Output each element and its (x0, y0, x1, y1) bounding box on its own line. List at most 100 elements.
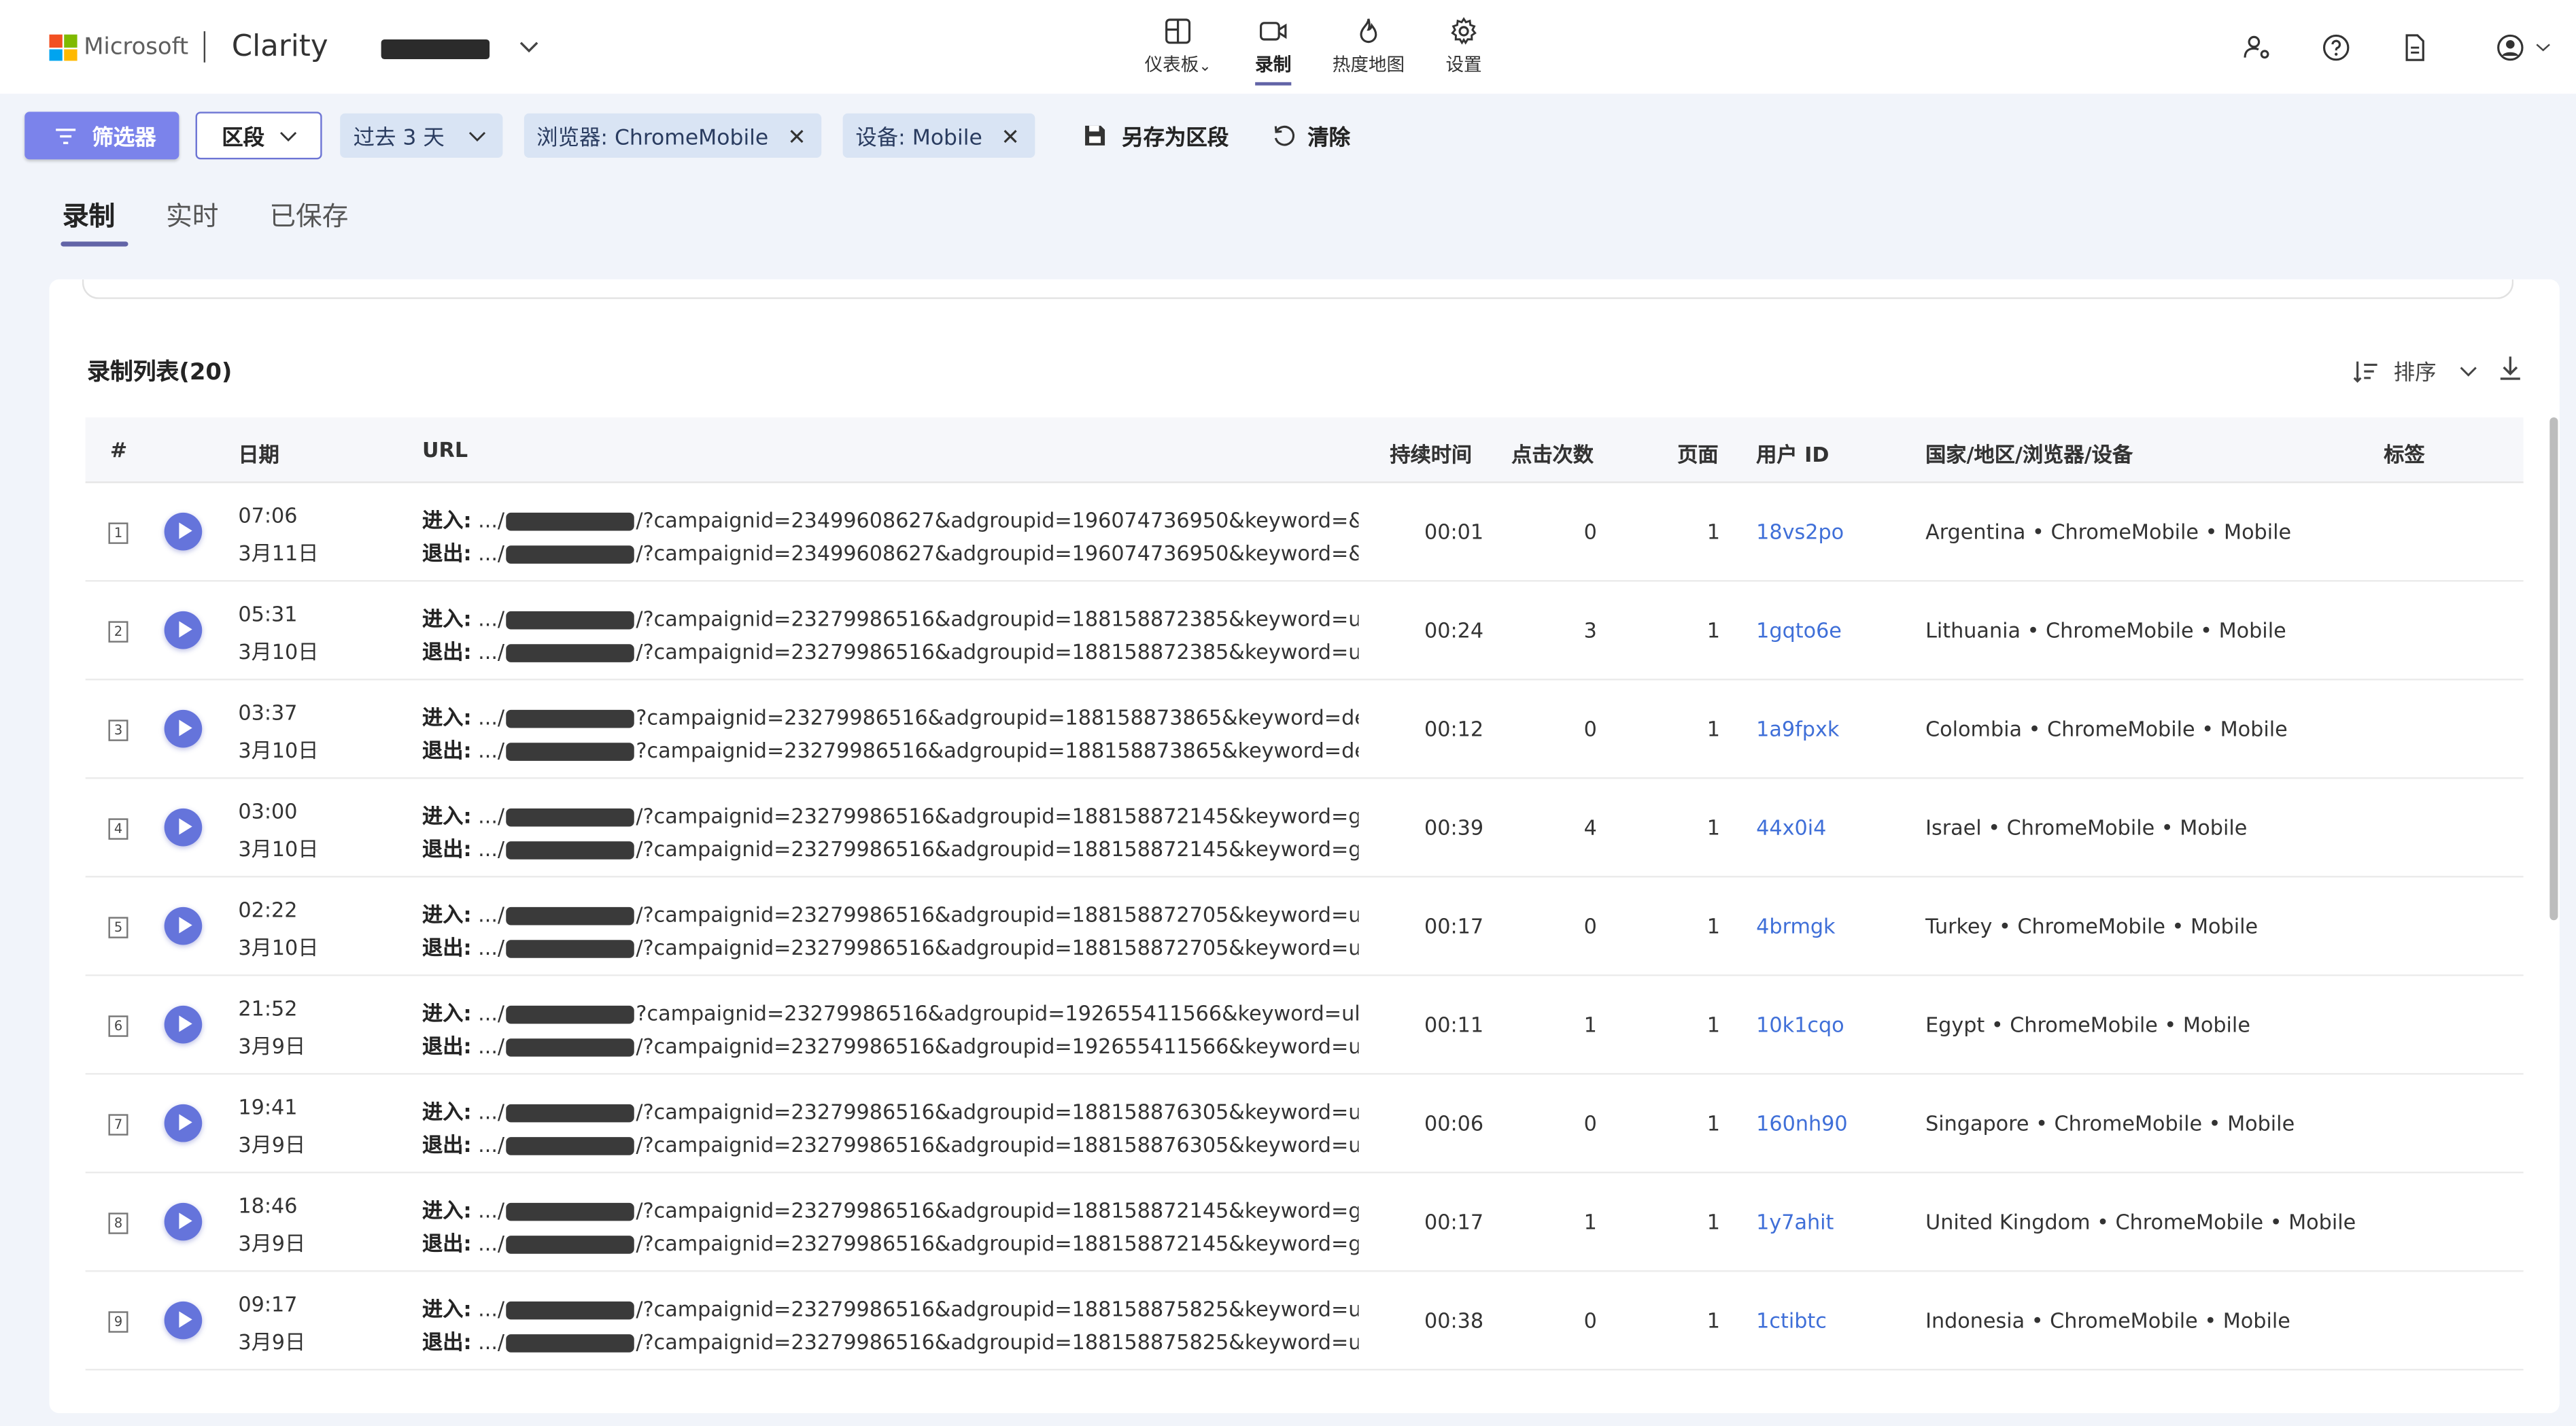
exit-url-text: /?campaignid=23279986516&adgroupid=18815… (636, 1230, 1359, 1256)
user-id-link[interactable]: 1ctibtc (1756, 1308, 1827, 1332)
project-name-redacted[interactable] (381, 39, 490, 59)
table-row[interactable]: 8 18:46 3月9日 进入: ...//?campaignid=232799… (85, 1173, 2524, 1272)
redacted-path (506, 545, 635, 564)
nav-heatmaps[interactable]: 热度地图 (1321, 16, 1416, 85)
play-recording-button[interactable] (164, 1005, 203, 1044)
exit-url: 退出: ...//?campaignid=23279986516&adgroup… (422, 1029, 1358, 1060)
play-recording-button[interactable] (164, 1104, 203, 1142)
nav-settings[interactable]: 设置 (1416, 16, 1511, 85)
user-id-link[interactable]: 44x0i4 (1756, 815, 1826, 840)
chevron-down-icon[interactable] (513, 33, 545, 62)
browser-filter-chip[interactable]: 浏览器: ChromeMobile (523, 113, 821, 158)
exit-url: 退出: ...//?campaignid=23279986516&adgroup… (422, 1226, 1358, 1257)
close-icon[interactable] (788, 127, 804, 143)
click-count: 1 (1583, 1209, 1597, 1234)
user-id-link[interactable]: 4brmgk (1756, 914, 1835, 938)
geo-browser-device: Indonesia • ChromeMobile • Mobile (1925, 1308, 2290, 1333)
column-header-duration[interactable]: 持续时间 (1390, 437, 1472, 469)
play-recording-button[interactable] (164, 808, 203, 847)
table-row[interactable]: 6 21:52 3月9日 进入: .../?campaignid=2327998… (85, 976, 2524, 1075)
recording-date: 3月9日 (238, 1033, 306, 1059)
user-id-link[interactable]: 10k1cqo (1756, 1013, 1844, 1037)
table-row[interactable]: 7 19:41 3月9日 进入: ...//?campaignid=232799… (85, 1074, 2524, 1174)
filter-icon (56, 127, 76, 143)
exit-label: 退出: (422, 541, 472, 566)
play-recording-button[interactable] (164, 906, 203, 945)
redacted-path (506, 1104, 635, 1123)
collapsed-panel-edge (82, 279, 2514, 299)
page-count: 1 (1706, 815, 1721, 840)
play-recording-button[interactable] (164, 611, 203, 649)
click-count: 0 (1583, 1110, 1597, 1136)
flame-icon (1360, 18, 1377, 44)
tab-saved[interactable]: 已保存 (269, 194, 348, 233)
microsoft-logo[interactable]: Microsoft (49, 34, 188, 61)
product-name[interactable]: Clarity (232, 29, 328, 64)
entry-label: 进入: (422, 704, 472, 730)
account-menu-button[interactable] (2496, 33, 2555, 62)
sort-label: 排序 (2393, 361, 2437, 386)
redacted-path (506, 1334, 635, 1353)
date-range-chip[interactable]: 过去 3 天 (340, 113, 502, 158)
user-id-link[interactable]: 1y7ahit (1756, 1210, 1834, 1234)
column-header-tags: 标签 (2384, 442, 2425, 467)
exit-url-text: /?campaignid=23279986516&adgroupid=19265… (636, 1033, 1359, 1059)
nav-dashboard-label: 仪表板⌄ (1144, 54, 1212, 76)
people-settings-button[interactable] (2242, 33, 2271, 62)
browser-filter-label: 浏览器: ChromeMobile (536, 126, 769, 152)
user-id-link[interactable]: 18vs2po (1756, 520, 1844, 544)
sort-dropdown[interactable]: 排序 (2352, 355, 2477, 386)
nav-dashboard[interactable]: 仪表板⌄ (1131, 16, 1226, 85)
column-header-date[interactable]: 日期 (238, 437, 279, 469)
account-icon (2497, 34, 2524, 61)
play-recording-button[interactable] (164, 1202, 203, 1241)
column-header-clicks[interactable]: 点击次数 (1511, 437, 1594, 469)
row-index: 1 (108, 522, 128, 544)
page-count: 1 (1706, 519, 1721, 544)
table-row[interactable]: 2 05:31 3月10日 进入: ...//?campaignid=23279… (85, 581, 2524, 681)
help-button[interactable] (2321, 33, 2350, 62)
entry-url: 进入: ...//?campaignid=23279986516&adgroup… (422, 798, 1358, 830)
redacted-path (506, 644, 635, 662)
column-header-pages[interactable]: 页面 (1677, 437, 1718, 469)
user-id-link[interactable]: 1a9fpxk (1756, 717, 1839, 741)
people-settings-icon (2244, 35, 2269, 59)
recording-date: 3月9日 (238, 1329, 306, 1355)
redacted-path (506, 512, 635, 531)
play-recording-button[interactable] (164, 1301, 203, 1340)
table-scrollbar[interactable] (2549, 417, 2558, 921)
close-icon[interactable] (1002, 127, 1018, 143)
chevron-down-icon (2460, 366, 2477, 376)
table-row[interactable]: 1 07:06 3月11日 进入: ...//?campaignid=23499… (85, 483, 2524, 582)
page-count: 1 (1706, 913, 1721, 938)
recording-time: 21:52 (238, 996, 298, 1021)
top-bar: Microsoft Clarity 仪表板⌄ 录制 热度地图 设置 (0, 0, 2576, 94)
redacted-path (506, 1202, 635, 1221)
filters-button[interactable]: 筛选器 (24, 112, 179, 160)
table-row[interactable]: 9 09:17 3月9日 进入: ...//?campaignid=232799… (85, 1272, 2524, 1371)
entry-url-text: ?campaignid=23279986516&adgroupid=188158… (636, 704, 1359, 730)
tab-live[interactable]: 实时 (166, 194, 218, 233)
filters-button-label: 筛选器 (92, 126, 156, 152)
notes-button[interactable] (2400, 33, 2429, 62)
save-as-segment-button[interactable]: 另存为区段 (1082, 120, 1229, 151)
play-recording-button[interactable] (164, 709, 203, 748)
row-index: 8 (108, 1212, 128, 1234)
sort-icon (2353, 360, 2377, 382)
user-id-link[interactable]: 160nh90 (1756, 1111, 1847, 1136)
clear-filters-button[interactable]: 清除 (1271, 120, 1350, 151)
segment-dropdown[interactable]: 区段 (195, 112, 322, 160)
device-filter-chip[interactable]: 设备: Mobile (842, 113, 1035, 158)
download-icon[interactable] (2498, 355, 2522, 381)
user-id-link[interactable]: 1gqto6e (1756, 618, 1842, 643)
table-row[interactable]: 4 03:00 3月10日 进入: ...//?campaignid=23279… (85, 779, 2524, 878)
nav-active-indicator (1255, 82, 1292, 86)
play-recording-button[interactable] (164, 512, 203, 551)
filter-bar: 筛选器 区段 过去 3 天 浏览器: ChromeMobile 设备: Mobi… (24, 112, 1350, 160)
entry-url-text: /?campaignid=23279986516&adgroupid=18815… (636, 606, 1359, 631)
table-row[interactable]: 3 03:37 3月10日 进入: .../?campaignid=232799… (85, 680, 2524, 779)
exit-label: 退出: (422, 1033, 472, 1059)
nav-recordings[interactable]: 录制 (1226, 16, 1321, 86)
table-row[interactable]: 5 02:22 3月10日 进入: ...//?campaignid=23279… (85, 877, 2524, 977)
tab-recordings[interactable]: 录制 (63, 194, 115, 233)
